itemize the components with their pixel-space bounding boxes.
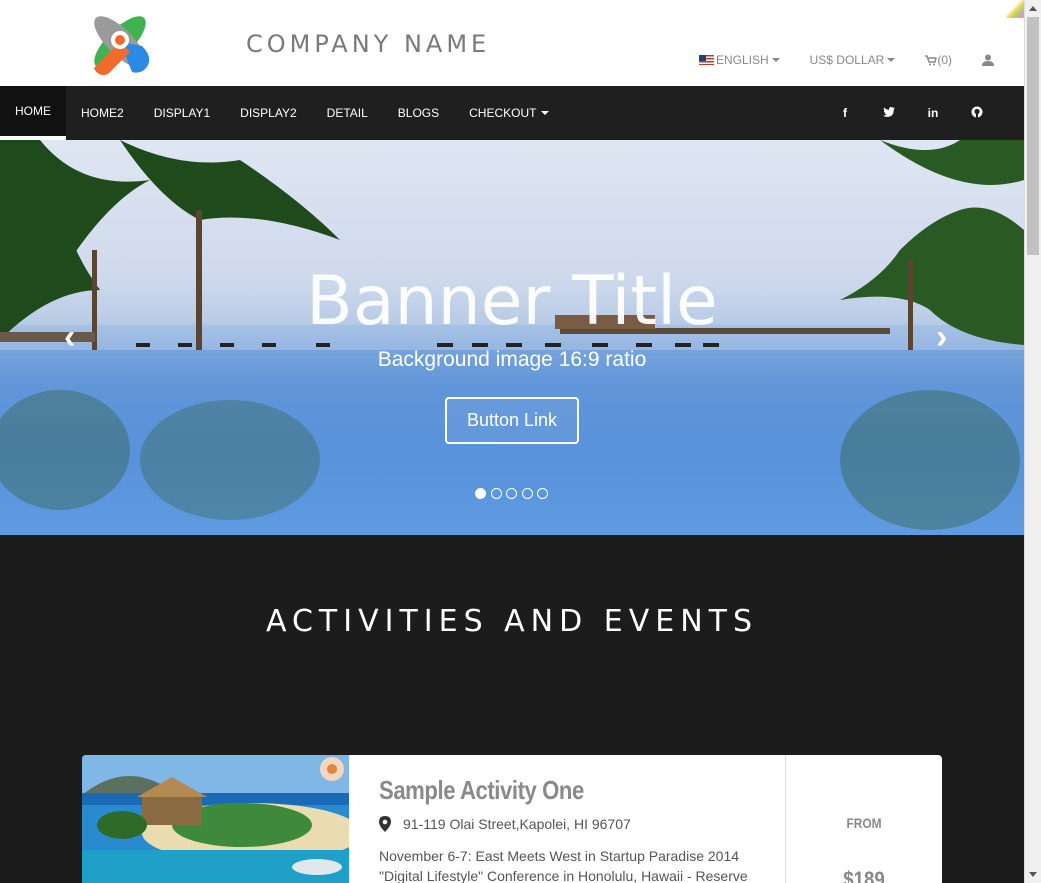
scroll-down-icon[interactable] [1029,872,1037,877]
carousel-prev-arrow-icon[interactable]: ‹ [64,318,75,357]
account-link[interactable] [982,54,994,66]
activity-price-panel: FROM $189 [785,755,942,883]
linkedin-icon[interactable]: in [922,106,944,120]
nav-item-checkout-label: CHECKOUT [469,106,537,120]
carousel-indicators [475,488,553,499]
currency-dropdown[interactable]: US$ DOLLAR [810,53,896,67]
activity-image [82,755,349,883]
carousel-dot-5[interactable] [537,488,548,499]
carousel-dot-1[interactable] [475,488,486,499]
nav-item-home2[interactable]: HOME2 [66,86,139,140]
flag-icon [698,55,714,65]
language-label: ENGLISH [715,53,769,67]
activity-address-text: 91-119 Olai Street,Kapolei, HI 96707 [403,816,631,832]
nav-item-blogs[interactable]: BLOGS [383,86,454,140]
scroll-up-icon[interactable] [1029,6,1037,11]
hero-banner: Banner Title Background image 16:9 ratio… [0,140,1024,535]
currency-label: US$ DOLLAR [809,53,885,67]
activity-title[interactable]: Sample Activity One [379,775,719,806]
price-from-label: FROM [846,815,882,831]
banner-button[interactable]: Button Link [445,397,579,444]
corner-ribbon-icon [1006,0,1024,18]
activity-card-body: Sample Activity One 91-119 Olai Street,K… [379,775,779,883]
scrollbar-thumb[interactable] [1027,17,1039,255]
facebook-icon[interactable]: f [834,106,856,120]
twitter-icon[interactable] [878,106,900,120]
cart-link[interactable]: (0) [925,53,952,67]
section-title: ACTIVITIES AND EVENTS [265,604,759,639]
activity-price: $189 [843,867,885,883]
carousel-dot-4[interactable] [521,488,533,499]
banner-title: Banner Title [306,262,718,341]
carousel-dot-3[interactable] [506,488,517,499]
chevron-down-icon [771,58,780,62]
map-pin-icon [379,816,391,832]
company-name: COMPANY NAME [246,30,491,58]
vertical-scrollbar[interactable] [1024,0,1041,883]
nav-item-display1[interactable]: DISPLAY1 [139,86,225,140]
github-icon[interactable] [966,106,988,121]
cart-count: (0) [937,53,952,67]
nav-item-detail[interactable]: DETAIL [312,86,383,140]
main-navbar: HOME HOME2 DISPLAY1 DISPLAY2 DETAIL BLOG… [0,86,1024,140]
social-links: f in [812,86,988,140]
header: COMPANY NAME ENGLISH US$ DOLLAR (0) [0,0,1024,86]
activity-address: 91-119 Olai Street,Kapolei, HI 96707 [379,816,779,832]
nav-item-home[interactable]: HOME [0,86,66,140]
page: COMPANY NAME ENGLISH US$ DOLLAR (0) HOME… [0,0,1024,883]
top-links: ENGLISH US$ DOLLAR (0) [669,53,994,67]
chevron-down-icon [887,58,896,62]
user-icon [982,54,994,66]
carousel-next-arrow-icon[interactable]: › [936,318,947,357]
nav-item-checkout[interactable]: CHECKOUT [454,86,564,140]
language-dropdown[interactable]: ENGLISH [698,53,780,67]
carousel-dot-2[interactable] [490,488,502,499]
company-logo-icon[interactable] [84,6,156,78]
cart-icon [925,54,938,65]
banner-subtitle: Background image 16:9 ratio [377,348,647,371]
activity-description: November 6-7: East Meets West in Startup… [379,848,748,883]
activity-card[interactable]: Sample Activity One 91-119 Olai Street,K… [82,755,942,883]
nav-item-display2[interactable]: DISPLAY2 [225,86,311,140]
chevron-down-icon [541,111,550,115]
